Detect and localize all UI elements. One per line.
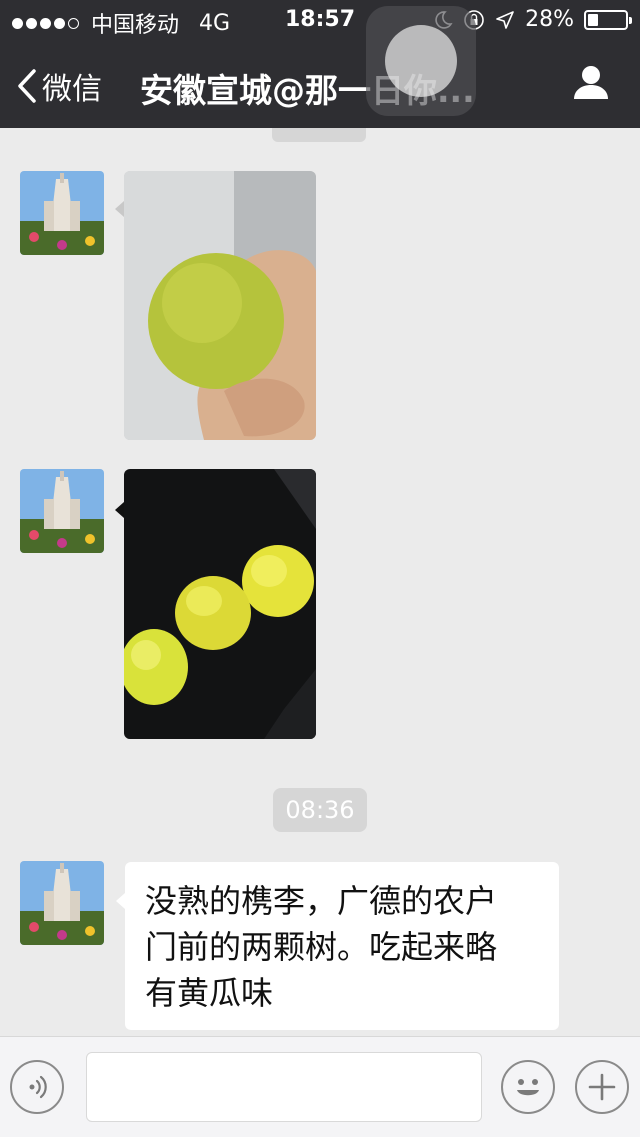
person-icon xyxy=(574,66,608,99)
chevron-left-icon xyxy=(18,69,36,103)
message-line: 门前的两颗树。吃起来略 xyxy=(145,928,498,966)
image-message[interactable] xyxy=(124,469,316,739)
status-bar: 中国移动 4G 18:57 28% xyxy=(0,0,640,40)
back-label: 微信 xyxy=(42,72,102,107)
voice-button[interactable] xyxy=(10,1060,64,1114)
message-input[interactable] xyxy=(86,1052,482,1122)
bubble-tail xyxy=(115,502,124,518)
battery-percent: 28% xyxy=(525,7,574,32)
bubble-tail xyxy=(115,201,124,217)
plus-button[interactable] xyxy=(575,1060,629,1114)
plus-icon xyxy=(588,1073,616,1101)
previous-timestamp-chip xyxy=(272,128,366,142)
back-button[interactable]: 微信 xyxy=(16,64,102,108)
timestamp-chip: 08:36 xyxy=(273,788,367,832)
avatar[interactable] xyxy=(20,469,104,553)
location-icon xyxy=(496,10,514,29)
text-message[interactable]: 没熟的槜李，广德的农户 门前的两颗树。吃起来略 有黄瓜味 xyxy=(125,862,559,1030)
assistive-touch-button[interactable] xyxy=(366,6,476,116)
input-bar xyxy=(0,1036,640,1137)
bubble-tail xyxy=(116,893,125,909)
avatar[interactable] xyxy=(20,861,104,945)
avatar[interactable] xyxy=(20,171,104,255)
navigation-bar: 微信 安徽宣城@那一日你... xyxy=(0,48,640,122)
top-bar: 中国移动 4G 18:57 28% 微信 安徽宣城@那一日你... xyxy=(0,0,640,128)
battery-icon xyxy=(584,9,632,30)
emoji-icon xyxy=(517,1079,539,1096)
voice-icon xyxy=(29,1075,47,1099)
message-line: 有黄瓜味 xyxy=(145,974,274,1012)
message-line: 没熟的槜李，广德的农户 xyxy=(145,882,498,920)
chat-info-button[interactable] xyxy=(572,64,610,104)
emoji-button[interactable] xyxy=(501,1060,555,1114)
image-message[interactable] xyxy=(124,171,316,440)
